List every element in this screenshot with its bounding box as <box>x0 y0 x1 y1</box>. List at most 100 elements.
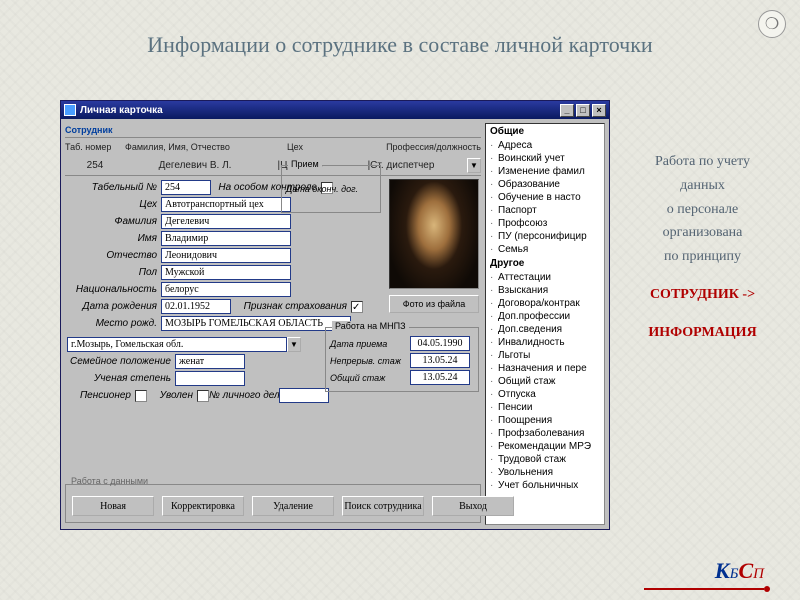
side-panel: Общие АдресаВоинский учетИзменение фамил… <box>485 123 605 525</box>
work-legend: Работа на МНПЗ <box>332 321 409 331</box>
priem-legend: Прием <box>288 159 322 169</box>
side-group-other[interactable]: Другое <box>486 256 604 271</box>
dob-label: Дата рождения <box>65 301 161 312</box>
ceh-input[interactable] <box>161 197 291 212</box>
side-item[interactable]: Учет больничных <box>486 479 604 492</box>
val-fio[interactable] <box>125 158 265 173</box>
otch-label: Отчество <box>65 250 161 261</box>
side-item[interactable]: Аттестации <box>486 271 604 284</box>
hire-label: Дата приема <box>330 339 410 349</box>
side-item[interactable]: Отпуска <box>486 388 604 401</box>
side-item[interactable]: Пенсии <box>486 401 604 414</box>
side-item[interactable]: Поощрения <box>486 414 604 427</box>
col-fio: Фамилия, Имя, Отчество <box>125 142 265 152</box>
side-item[interactable]: Рекомендации МРЭ <box>486 440 604 453</box>
birthplace2-input[interactable] <box>67 337 287 352</box>
side-item[interactable]: ПУ (персонифицир <box>486 230 604 243</box>
employee-link[interactable]: Сотрудник <box>65 125 125 135</box>
rhs-description: Работа по учету данных о персонале орган… <box>625 150 780 345</box>
date-end-label: Дата оконч. дог. <box>286 184 376 194</box>
exit-button[interactable]: Выход <box>432 496 514 516</box>
cont-input[interactable] <box>410 353 470 368</box>
personal-card-window: Личная карточка _ □ × Сотрудник Таб. ном… <box>60 100 610 530</box>
uvol-checkbox[interactable] <box>197 390 209 402</box>
strah-label: Признак страхования <box>231 301 351 312</box>
side-item[interactable]: Трудовой стаж <box>486 453 604 466</box>
side-item[interactable]: Семья <box>486 243 604 256</box>
hire-input[interactable] <box>410 336 470 351</box>
col-tabnum: Таб. номер <box>65 142 125 152</box>
side-item[interactable]: Образование <box>486 178 604 191</box>
ceh-label: Цех <box>65 199 161 210</box>
side-item[interactable]: Льготы <box>486 349 604 362</box>
side-item[interactable]: Изменение фамил <box>486 165 604 178</box>
strah-checkbox[interactable]: ✓ <box>351 301 363 313</box>
side-item[interactable]: Увольнения <box>486 466 604 479</box>
footer-logo: КБСП <box>715 558 764 584</box>
pens-label: Пенсионер <box>65 390 135 401</box>
edit-button[interactable]: Корректировка <box>162 496 244 516</box>
side-group-common[interactable]: Общие <box>486 124 604 139</box>
uch-label: Ученая степень <box>65 373 175 384</box>
col-prof: Профессия/должность <box>325 142 481 152</box>
footer-underline-icon <box>644 588 764 590</box>
col-ceh: Цех <box>265 142 325 152</box>
side-item[interactable]: Общий стаж <box>486 375 604 388</box>
side-item[interactable]: Паспорт <box>486 204 604 217</box>
side-item[interactable]: Инвалидность <box>486 336 604 349</box>
page-title: Информации о сотруднике в составе личной… <box>0 32 800 58</box>
sem-input[interactable] <box>175 354 245 369</box>
delete-button[interactable]: Удаление <box>252 496 334 516</box>
pol-label: Пол <box>65 267 161 278</box>
dob-input[interactable] <box>161 299 231 314</box>
delo-input[interactable] <box>279 388 329 403</box>
photo-from-file-button[interactable]: Фото из файла <box>389 295 479 313</box>
employee-dropdown-button[interactable]: ▼ <box>467 158 481 173</box>
name-label: Имя <box>65 233 161 244</box>
otch-input[interactable] <box>161 248 291 263</box>
cont-label: Непрерыв. стаж <box>330 356 410 366</box>
uch-input[interactable] <box>175 371 245 386</box>
close-button[interactable]: × <box>592 104 606 117</box>
side-item[interactable]: Доп.профессии <box>486 310 604 323</box>
side-item[interactable]: Доп.сведения <box>486 323 604 336</box>
side-item[interactable]: Воинский учет <box>486 152 604 165</box>
tabel-input[interactable] <box>161 180 211 195</box>
side-item[interactable]: Адреса <box>486 139 604 152</box>
pol-input[interactable] <box>161 265 291 280</box>
val-tabnum[interactable] <box>65 158 125 173</box>
window-title: Личная карточка <box>80 105 163 116</box>
side-item[interactable]: Договора/контрак <box>486 297 604 310</box>
maximize-button[interactable]: □ <box>576 104 590 117</box>
pens-checkbox[interactable] <box>135 390 147 402</box>
uvol-label: Уволен <box>147 390 197 401</box>
birthplace-dropdown-button[interactable]: ▼ <box>287 337 301 352</box>
work-group: Работа на МНПЗ Дата приема Непрерыв. ста… <box>325 327 479 392</box>
find-button[interactable]: Поиск сотрудника <box>342 496 424 516</box>
nat-label: Национальность <box>65 284 161 295</box>
employee-photo <box>389 179 479 289</box>
side-item[interactable]: Профсоюз <box>486 217 604 230</box>
total-label: Общий стаж <box>330 373 410 383</box>
minimize-button[interactable]: _ <box>560 104 574 117</box>
form-area: Сотрудник Таб. номер Фамилия, Имя, Отчес… <box>61 119 485 529</box>
sem-label: Семейное положение <box>65 356 175 367</box>
side-item[interactable]: Профзаболевания <box>486 427 604 440</box>
name-input[interactable] <box>161 231 291 246</box>
birthplace-input[interactable] <box>161 316 351 331</box>
delo-label: № личного дела <box>209 390 279 401</box>
bottom-button-group: Работа с данными Новая Корректировка Уда… <box>65 476 481 523</box>
fam-input[interactable] <box>161 214 291 229</box>
nat-input[interactable] <box>161 282 291 297</box>
side-item[interactable]: Взыскания <box>486 284 604 297</box>
tabel-label: Табельный № <box>65 182 161 193</box>
window-titlebar[interactable]: Личная карточка _ □ × <box>61 101 609 119</box>
fam-label: Фамилия <box>65 216 161 227</box>
total-input[interactable] <box>410 370 470 385</box>
side-item[interactable]: Назначения и пере <box>486 362 604 375</box>
new-button[interactable]: Новая <box>72 496 154 516</box>
side-item[interactable]: Обучение в насто <box>486 191 604 204</box>
birthplace-label: Место рожд. <box>65 318 161 329</box>
photo-face-icon <box>390 180 478 288</box>
app-icon <box>64 104 76 116</box>
